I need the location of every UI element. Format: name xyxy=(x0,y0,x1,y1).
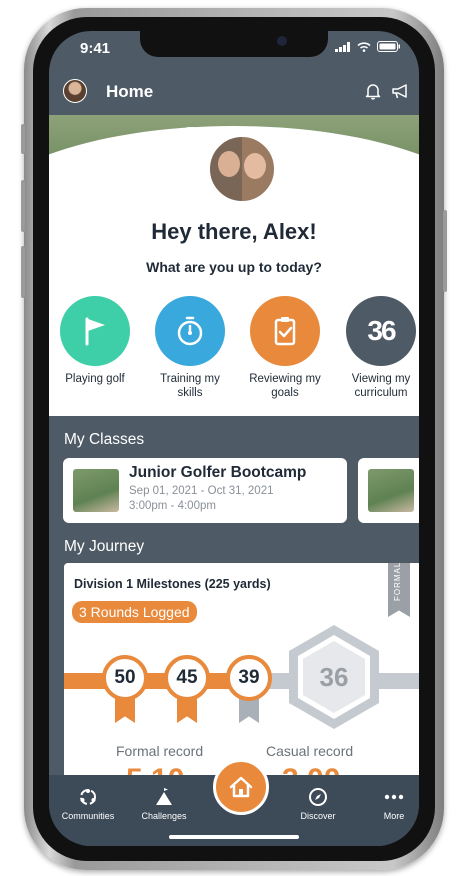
tab-communities[interactable]: Communities xyxy=(53,787,123,821)
challenges-icon xyxy=(156,788,172,805)
silent-switch xyxy=(21,124,25,154)
milestone-title: Division 1 Milestones (225 yards) xyxy=(74,577,271,591)
option-playing-golf[interactable]: Playing golf xyxy=(55,296,135,386)
36-logo-icon: 36 xyxy=(303,641,365,713)
36-logo-icon: 36 xyxy=(367,315,396,346)
tab-discover[interactable]: Discover xyxy=(283,787,353,821)
tab-label: Communities xyxy=(61,811,115,821)
battery-icon xyxy=(377,41,400,52)
rounds-logged-badge: 3 Rounds Logged xyxy=(72,601,197,623)
compass-icon xyxy=(309,788,327,806)
bell-icon[interactable] xyxy=(364,82,382,100)
option-viewing-curriculum[interactable]: 36 Viewing my curriculum xyxy=(341,296,419,400)
formal-record-label: Formal record xyxy=(116,743,204,759)
curriculum-hex-badge[interactable]: 36 xyxy=(289,625,379,729)
casual-record-label: Casual record xyxy=(266,743,354,759)
megaphone-icon[interactable] xyxy=(391,82,411,100)
milestone-badge[interactable]: 50 xyxy=(102,655,148,701)
class-thumbnail xyxy=(73,469,119,512)
app-screen: 9:41 Home Hey there, Alex! What are you … xyxy=(49,31,419,846)
milestone-badge[interactable]: 39 xyxy=(226,655,272,701)
home-icon xyxy=(229,776,253,798)
option-circle xyxy=(155,296,225,366)
tab-label: More xyxy=(383,811,405,821)
formal-tag-label: FORMAL xyxy=(393,563,402,601)
stopwatch-icon xyxy=(177,316,203,346)
user-photo-face xyxy=(218,151,240,177)
class-thumbnail xyxy=(368,469,414,512)
clipboard-check-icon xyxy=(274,317,296,346)
class-name: Junior Golfer Bootcamp xyxy=(129,464,307,481)
option-label: Playing golf xyxy=(65,373,125,385)
milestone-badge[interactable]: 45 xyxy=(164,655,210,701)
app-bar: Home xyxy=(49,69,419,113)
my-journey-title: My Journey xyxy=(64,538,145,555)
user-photo-face xyxy=(244,153,266,179)
status-icons xyxy=(335,41,401,52)
class-card[interactable]: Junior Golfer Bootcamp Sep 01, 2021 - Oc… xyxy=(63,458,347,523)
status-time: 9:41 xyxy=(80,40,111,57)
option-label: Training my skills xyxy=(160,373,220,399)
flag-icon xyxy=(85,317,105,346)
option-circle: 36 xyxy=(346,296,416,366)
more-dots-icon xyxy=(384,794,404,800)
tab-label: Discover xyxy=(300,811,336,821)
class-times: 3:00pm - 4:00pm xyxy=(129,500,216,512)
volume-up-button xyxy=(21,180,25,232)
formal-tag: FORMAL xyxy=(388,563,410,617)
notch xyxy=(140,31,328,57)
wifi-icon xyxy=(357,41,371,52)
hex-inner: 36 xyxy=(298,635,370,719)
user-photo-avatar[interactable] xyxy=(207,134,277,204)
power-button xyxy=(443,210,447,292)
volume-down-button xyxy=(21,246,25,298)
option-training-skills[interactable]: Training my skills xyxy=(150,296,230,400)
option-reviewing-goals[interactable]: Reviewing my goals xyxy=(245,296,325,400)
home-button[interactable] xyxy=(213,759,269,815)
greeting-heading: Hey there, Alex! xyxy=(151,219,317,244)
my-classes-title: My Classes xyxy=(64,431,145,448)
profile-avatar[interactable] xyxy=(63,79,87,103)
class-dates: Sep 01, 2021 - Oct 31, 2021 xyxy=(129,485,274,497)
greeting-question: What are you up to today? xyxy=(146,259,322,275)
tab-label: Challenges xyxy=(141,811,187,821)
tab-more[interactable]: More xyxy=(359,787,419,821)
option-circle xyxy=(250,296,320,366)
signal-icon xyxy=(335,41,350,52)
option-label: Viewing my curriculum xyxy=(351,373,411,399)
tab-challenges[interactable]: Challenges xyxy=(129,787,199,821)
class-card[interactable]: 3 Se 1: xyxy=(358,458,419,523)
page-title: Home xyxy=(106,82,154,101)
communities-icon xyxy=(80,789,96,805)
camera xyxy=(277,36,287,46)
option-circle xyxy=(60,296,130,366)
home-indicator[interactable] xyxy=(169,835,299,839)
option-label: Reviewing my goals xyxy=(249,373,321,399)
